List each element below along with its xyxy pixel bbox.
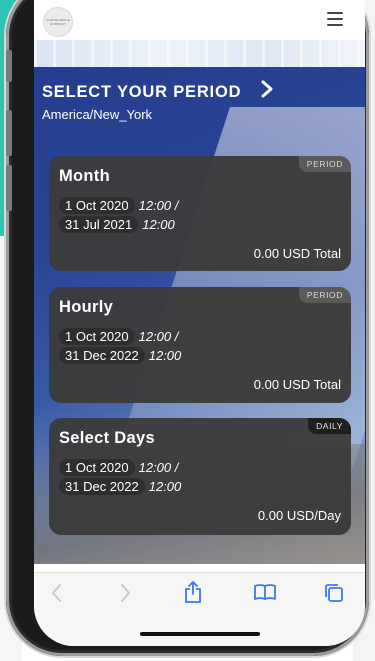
- end-time: 12:00: [148, 479, 182, 494]
- card-title: Select Days: [59, 429, 155, 447]
- phone-volume-up-button: [6, 110, 12, 156]
- start-date: 1 Oct 2020: [59, 197, 135, 214]
- tabs-icon[interactable]: [324, 583, 344, 609]
- company-logo[interactable]: CONVENIENCE COMPANY: [43, 7, 73, 37]
- end-date: 31 Jul 2021: [59, 216, 139, 233]
- end-datetime: 31 Dec 2022 12:00: [59, 478, 181, 495]
- period-card-hourly[interactable]: PERIOD Hourly 1 Oct 2020 12:00 / 31 Dec 2…: [49, 287, 351, 403]
- chevron-right-icon[interactable]: [260, 80, 274, 104]
- start-time: 12:00 /: [138, 198, 179, 213]
- end-date: 31 Dec 2022: [59, 347, 145, 364]
- timezone-label: America/New_York: [42, 107, 153, 122]
- price-per-day: 0.00 USD/Day: [257, 508, 341, 523]
- period-card-select-days[interactable]: DAILY Select Days 1 Oct 2020 12:00 / 31 D…: [49, 418, 351, 535]
- card-title: Hourly: [59, 298, 114, 316]
- select-period-heading[interactable]: SELECT YOUR PERIOD: [42, 83, 241, 102]
- end-date: 31 Dec 2022: [59, 478, 145, 495]
- start-date: 1 Oct 2020: [59, 328, 135, 345]
- share-icon[interactable]: [184, 581, 202, 609]
- phone-volume-down-button: [6, 165, 12, 211]
- phone-side-button: [6, 50, 12, 82]
- back-chevron-icon[interactable]: [50, 583, 62, 609]
- logo-text-bottom: COMPANY: [49, 22, 67, 26]
- start-date: 1 Oct 2020: [59, 459, 135, 476]
- period-badge: PERIOD: [298, 156, 351, 172]
- daily-badge: DAILY: [308, 418, 351, 434]
- start-time: 12:00 /: [138, 329, 179, 344]
- start-time: 12:00 /: [138, 460, 179, 475]
- phone-frame: CONVENIENCE COMPANY SELECT YOUR PERIOD A…: [6, 0, 369, 656]
- bookmarks-icon[interactable]: [254, 583, 276, 607]
- phone-screen: CONVENIENCE COMPANY SELECT YOUR PERIOD A…: [34, 0, 365, 646]
- end-time: 12:00: [148, 348, 182, 363]
- end-datetime: 31 Dec 2022 12:00: [59, 347, 181, 364]
- forward-chevron-icon[interactable]: [120, 583, 132, 609]
- hamburger-menu-icon[interactable]: [327, 12, 343, 26]
- end-datetime: 31 Jul 2021 12:00: [59, 216, 175, 233]
- browser-toolbar: [34, 572, 365, 646]
- price-total: 0.00 USD Total: [253, 246, 341, 261]
- app-header: CONVENIENCE COMPANY: [34, 0, 365, 40]
- home-indicator[interactable]: [140, 632, 260, 636]
- start-datetime: 1 Oct 2020 12:00 /: [59, 459, 178, 476]
- end-time: 12:00: [142, 217, 175, 232]
- price-total: 0.00 USD Total: [253, 377, 341, 392]
- header-banner-strip: [34, 40, 365, 67]
- period-card-month[interactable]: PERIOD Month 1 Oct 2020 12:00 / 31 Jul 20…: [49, 156, 351, 271]
- period-badge: PERIOD: [298, 287, 351, 303]
- start-datetime: 1 Oct 2020 12:00 /: [59, 197, 178, 214]
- card-title: Month: [59, 167, 110, 185]
- start-datetime: 1 Oct 2020 12:00 /: [59, 328, 178, 345]
